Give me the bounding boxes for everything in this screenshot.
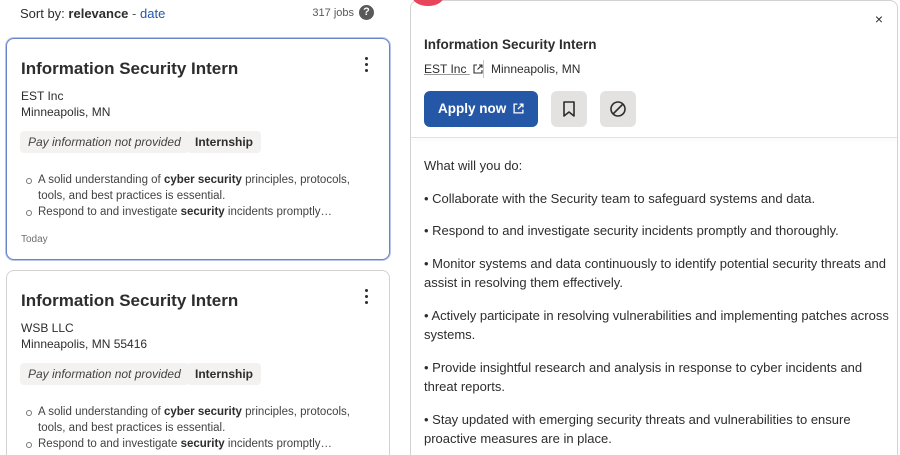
not-interested-icon [610,101,626,117]
job-detail-panel: Information Security Intern × EST Inc Mi… [410,0,898,455]
sort-separator: - [132,6,137,21]
description-item: • Stay updated with emerging security th… [424,411,851,447]
more-options-icon[interactable] [361,57,371,75]
snippet-item: Respond to and investigate security inci… [25,204,375,220]
sort-label: Sort by: [20,6,65,21]
job-card-company: WSB LLC [21,321,74,335]
sort-date-link[interactable]: date [140,6,165,21]
help-icon[interactable]: ? [359,5,374,20]
job-snippet: A solid understanding of cyber security … [25,172,375,220]
job-count: 317 jobs [312,7,354,19]
apply-now-button[interactable]: Apply now [424,91,538,127]
divider [483,60,484,78]
job-card-title[interactable]: Information Security Intern [21,291,238,311]
job-card[interactable]: Information Security Intern EST Inc Minn… [6,38,390,260]
sort-bar: Sort by: relevance - date 317 jobs ? [20,5,376,24]
close-icon[interactable]: × [871,11,887,27]
snippet-item: A solid understanding of cyber security … [25,404,375,436]
external-link-icon [513,103,524,114]
pay-tag: Pay information not provided [20,131,189,153]
description-item: • Respond to and investigate security in… [424,223,839,238]
description-item: • Actively participate in resolving vuln… [424,307,889,343]
header-divider [411,137,897,138]
job-description: What will you do: • Collaborate with the… [424,156,892,455]
sort-relevance[interactable]: relevance [68,6,128,21]
job-card-company: EST Inc [21,89,64,103]
description-item: • Monitor systems and data continuously … [424,255,886,291]
job-type-tag: Internship [187,363,262,385]
bookmark-icon [563,101,575,117]
job-card-location: Minneapolis, MN [21,105,111,119]
description-heading: What will you do: [424,158,523,173]
snippet-item: Respond to and investigate security inci… [25,436,375,452]
snippet-item: A solid understanding of cyber security … [25,172,375,204]
detail-location: Minneapolis, MN [491,62,581,76]
job-card-title[interactable]: Information Security Intern [21,59,238,79]
pay-tag: Pay information not provided [20,363,189,385]
job-type-tag: Internship [187,131,262,153]
posted-date: Today [21,234,48,245]
more-options-icon[interactable] [361,289,371,307]
not-interested-button[interactable] [600,91,636,127]
save-job-button[interactable] [551,91,587,127]
job-card-location: Minneapolis, MN 55416 [21,337,148,351]
description-item: • Collaborate with the Security team to … [424,190,816,206]
job-card[interactable]: Information Security Intern WSB LLC Minn… [6,270,390,455]
detail-company-link[interactable]: EST Inc [424,62,483,76]
job-snippet: A solid understanding of cyber security … [25,404,375,452]
external-link-icon [473,64,483,74]
detail-title: Information Security Intern [424,37,597,52]
description-item: • Provide insightful research and analys… [424,359,863,395]
